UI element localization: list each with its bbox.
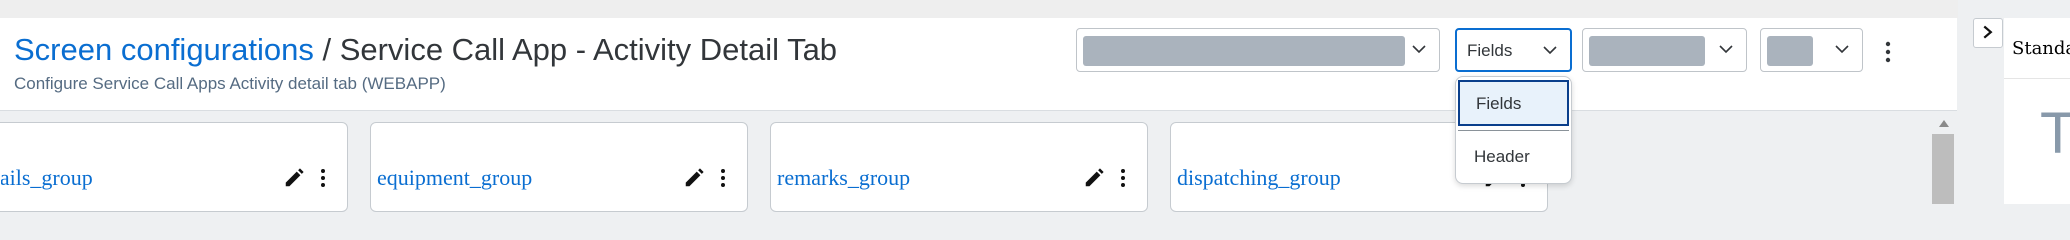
page-title: Screen configurations / Service Call App… xyxy=(14,32,837,68)
expand-panel-button[interactable] xyxy=(1973,18,2003,48)
chevron-down-icon xyxy=(1835,45,1849,54)
edit-icon[interactable] xyxy=(283,167,305,189)
right-panel-letter: T xyxy=(2040,101,2070,166)
view-dropdown-menu: Fields Header xyxy=(1455,76,1572,184)
scroll-up-arrow-icon[interactable] xyxy=(1938,118,1950,128)
chevron-down-icon xyxy=(1543,46,1557,55)
view-select-value: Fields xyxy=(1467,41,1513,60)
scope-select[interactable] xyxy=(1760,28,1863,72)
card-title: dispatching_group xyxy=(1177,165,1341,190)
breadcrumb-link[interactable]: Screen configurations xyxy=(14,32,314,67)
card-title: details_group xyxy=(0,165,93,190)
card-title: remarks_group xyxy=(777,165,911,190)
view-select[interactable]: Fields xyxy=(1455,28,1572,72)
group-card[interactable]: details_group xyxy=(0,122,348,212)
edit-icon[interactable] xyxy=(1083,167,1105,189)
right-panel-title: Standard xyxy=(2012,38,2070,59)
dropdown-option-header[interactable]: Header xyxy=(1458,135,1569,181)
chevron-down-icon xyxy=(1719,45,1733,54)
chevron-down-icon xyxy=(1412,45,1426,54)
option-label: Fields xyxy=(1476,94,1522,113)
divider xyxy=(2004,78,2070,79)
page-subtitle: Configure Service Call Apps Activity det… xyxy=(14,74,446,93)
more-vertical-icon[interactable] xyxy=(1880,40,1896,64)
group-card[interactable]: equipment_group xyxy=(370,122,748,212)
more-vertical-icon[interactable] xyxy=(319,167,327,189)
divider xyxy=(1458,130,1569,131)
group-card[interactable]: remarks_group xyxy=(770,122,1148,212)
page-header: Screen configurations / Service Call App… xyxy=(0,18,1957,111)
top-bar xyxy=(0,0,1960,18)
edit-icon[interactable] xyxy=(683,167,705,189)
placeholder-bar xyxy=(1589,36,1705,66)
chevron-right-icon xyxy=(1983,25,1993,39)
placeholder-bar xyxy=(1083,36,1405,66)
app-select[interactable] xyxy=(1076,28,1440,72)
option-label: Header xyxy=(1474,147,1530,166)
more-vertical-icon[interactable] xyxy=(719,167,727,189)
right-panel: Standard T xyxy=(2004,18,2070,204)
placeholder-bar xyxy=(1767,36,1813,66)
more-vertical-icon[interactable] xyxy=(1119,167,1127,189)
dropdown-option-fields[interactable]: Fields xyxy=(1458,80,1569,126)
filter-select[interactable] xyxy=(1582,28,1747,72)
breadcrumb-separator: / xyxy=(313,32,340,67)
card-title: equipment_group xyxy=(377,165,533,190)
page-title-text: Service Call App - Activity Detail Tab xyxy=(339,32,838,67)
scrollbar-thumb[interactable] xyxy=(1932,134,1954,204)
